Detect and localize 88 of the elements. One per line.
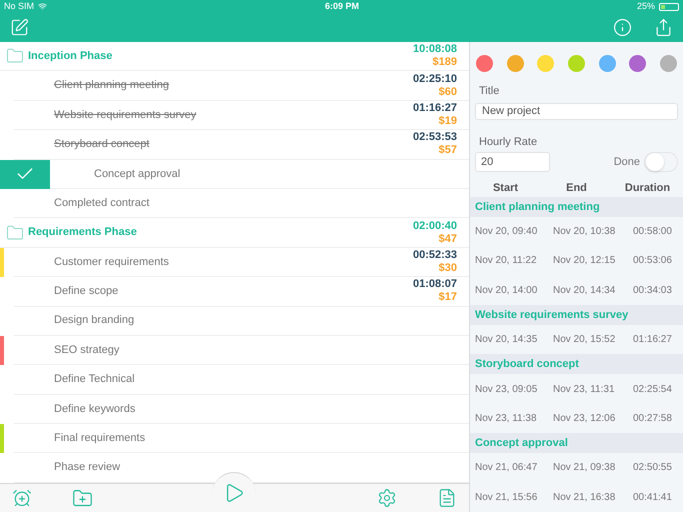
task-cost: $30 [438, 262, 457, 275]
color-swatch[interactable] [537, 55, 554, 72]
time-cell-text: Nov 20, 14:34 [553, 284, 616, 298]
task-title[interactable]: Define keywords [54, 400, 136, 418]
rate-label: Hourly Rate [479, 134, 538, 150]
phase-cost: $47 [438, 232, 457, 246]
done-label: Done [614, 155, 640, 170]
time-cell-text: 00:58:00 [633, 225, 673, 240]
task-title[interactable]: Client planning meeting [54, 77, 169, 94]
time-cell-text: Nov 20, 15:52 [553, 333, 616, 348]
info-icon[interactable] [613, 18, 632, 37]
task-title[interactable]: Define scope [54, 283, 118, 300]
color-swatch[interactable] [568, 55, 585, 72]
time-cell-text: Nov 20, 11:22 [475, 254, 538, 268]
task-cost: $60 [438, 86, 457, 99]
color-swatch[interactable] [506, 55, 524, 72]
time-cell-text: Nov 20, 12:15 [553, 254, 616, 268]
phase-title[interactable]: Inception Phase [28, 48, 112, 64]
task-title[interactable]: Customer requirements [54, 254, 169, 270]
task-title[interactable]: Concept approval [94, 166, 180, 182]
report-icon[interactable] [437, 488, 457, 508]
color-swatch[interactable] [660, 55, 677, 72]
column-header: Duration [624, 181, 672, 196]
wifi-icon [38, 2, 48, 11]
color-swatch[interactable] [598, 55, 616, 72]
time-cell-text: Nov 20, 14:00 [475, 284, 538, 298]
time-cell-text: 00:27:58 [633, 412, 673, 426]
time-cell-text: 02:50:55 [633, 461, 673, 476]
column-header: Start [492, 181, 520, 196]
add-timer-icon[interactable] [12, 488, 32, 508]
column-header: End [565, 181, 588, 196]
task-title[interactable]: Define Technical [54, 371, 135, 388]
task-title[interactable]: Storyboard concept [54, 136, 150, 153]
task-title[interactable]: SEO strategy [54, 342, 120, 358]
task-duration: 01:08:07 [412, 278, 457, 292]
battery-icon [658, 2, 679, 10]
task-duration: 02:25:10 [412, 72, 457, 86]
folder-icon [6, 47, 24, 66]
time-cell-text: Nov 20, 09:40 [475, 225, 538, 240]
task-title[interactable]: Completed contract [54, 194, 150, 212]
folder-icon [6, 224, 24, 242]
time-cell-text: 02:25:54 [633, 382, 673, 397]
clock: 6:09 PM [324, 0, 359, 13]
time-cell-text: Nov 20, 14:35 [475, 333, 538, 348]
time-cell-text: 00:53:06 [633, 254, 673, 268]
rate-field[interactable]: 20 [475, 152, 550, 172]
add-folder-icon[interactable] [72, 488, 93, 508]
time-cell-text: 00:41:41 [633, 490, 673, 505]
settings-icon[interactable] [377, 488, 397, 508]
time-cell-text: Nov 23, 11:31 [553, 382, 616, 397]
task-cost: $17 [438, 291, 457, 304]
done-button[interactable] [0, 160, 50, 189]
phase-duration: 10:08:08 [412, 43, 457, 56]
group-title: Concept approval [475, 436, 568, 451]
time-cell-text: Nov 23, 12:06 [553, 412, 616, 426]
time-cell-text: Nov 23, 09:05 [475, 382, 538, 397]
task-cost: $57 [438, 144, 457, 158]
task-cost: $19 [438, 114, 457, 128]
phase-duration: 02:00:40 [412, 220, 457, 233]
done-toggle[interactable] [644, 152, 678, 172]
phase-cost: $189 [432, 56, 457, 70]
time-cell-text: Nov 21, 15:56 [475, 490, 538, 505]
time-cell-text: 00:34:03 [633, 284, 673, 298]
task-title[interactable]: Final requirements [54, 430, 146, 447]
time-cell-text: Nov 23, 11:38 [475, 412, 538, 426]
time-cell-text: Nov 21, 09:38 [553, 461, 616, 476]
group-title: Client planning meeting [475, 200, 600, 215]
time-cell-text: 01:16:27 [633, 333, 673, 348]
time-cell-text: Nov 21, 16:38 [553, 490, 616, 505]
task-title[interactable]: Design branding [54, 312, 134, 329]
group-title: Website requirements survey [475, 308, 628, 323]
time-cell-text: Nov 21, 06:47 [475, 461, 538, 476]
task-duration: 00:52:33 [412, 248, 457, 262]
title-field[interactable]: New project [475, 102, 678, 120]
battery-percent: 25% [636, 0, 655, 13]
task-duration: 01:16:27 [412, 102, 457, 115]
task-title[interactable]: Website requirements survey [54, 106, 196, 124]
group-title: Storyboard concept [475, 357, 579, 372]
title-label: Title [479, 84, 500, 99]
color-swatch[interactable] [476, 55, 493, 72]
task-title[interactable]: Phase review [54, 459, 120, 476]
phase-title[interactable]: Requirements Phase [28, 224, 137, 241]
color-swatch[interactable] [629, 55, 646, 72]
time-cell-text: Nov 20, 10:38 [553, 225, 616, 240]
carrier-label: No SIM [4, 0, 34, 13]
task-duration: 02:53:53 [412, 131, 457, 144]
share-icon[interactable] [654, 18, 673, 37]
compose-icon[interactable] [10, 18, 29, 37]
